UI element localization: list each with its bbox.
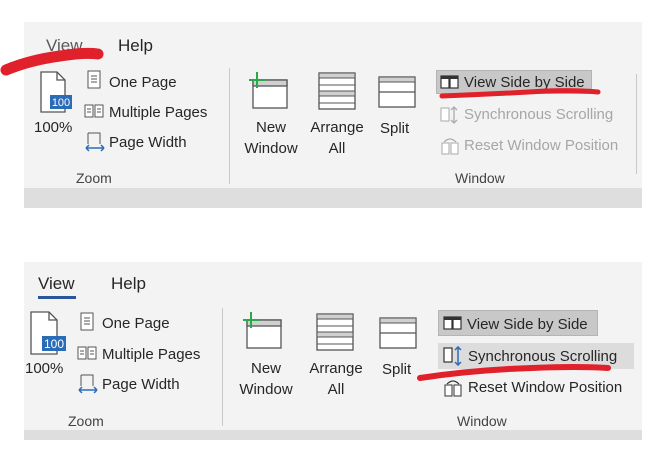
group-separator — [636, 74, 637, 174]
split-button[interactable]: Split — [382, 359, 411, 380]
arrange-all-label-2: All — [328, 140, 346, 157]
active-tab-indicator — [38, 296, 76, 299]
one-page-icon — [79, 312, 95, 332]
zoom-group-label: Zoom — [76, 170, 112, 186]
zoom-100-label[interactable]: 100% — [25, 360, 63, 377]
window-group-label: Window — [457, 413, 507, 429]
tab-view[interactable]: View — [46, 36, 83, 56]
ribbon-bottom-shadow — [24, 430, 642, 440]
tab-help[interactable]: Help — [118, 36, 153, 56]
arrange-all-label-1: Arrange — [310, 119, 364, 136]
reset-window-position-icon — [443, 380, 463, 398]
zoom-badge-text: 100 — [44, 337, 64, 351]
page-width-icon — [84, 132, 106, 152]
arrange-all-icon — [316, 313, 354, 351]
zoom-group-label: Zoom — [68, 413, 104, 429]
view-side-by-side-label: View Side by Side — [467, 316, 588, 333]
synchronous-scrolling-icon — [440, 106, 460, 124]
arrange-all-label-1: Arrange — [309, 360, 363, 377]
new-window-label-2: Window — [244, 140, 298, 157]
view-side-by-side-icon — [443, 316, 463, 330]
one-page-icon — [86, 70, 102, 90]
arrange-all-button[interactable]: Arrange All — [302, 117, 372, 159]
zoom-100-icon[interactable]: 100 — [38, 70, 72, 116]
new-window-icon — [243, 312, 285, 350]
reset-window-position-icon — [440, 138, 460, 156]
multiple-pages-icon — [77, 345, 97, 361]
page-width-button[interactable]: Page Width — [102, 376, 180, 393]
split-button[interactable]: Split — [380, 118, 409, 139]
new-window-button[interactable]: New Window — [236, 117, 306, 159]
page-width-icon — [77, 374, 99, 394]
view-side-by-side-icon — [440, 75, 460, 89]
group-separator — [229, 68, 230, 184]
one-page-button[interactable]: One Page — [102, 315, 170, 332]
synchronous-scrolling-label: Synchronous Scrolling — [468, 348, 618, 365]
one-page-button[interactable]: One Page — [109, 74, 177, 91]
arrange-all-label-2: All — [327, 381, 345, 398]
new-window-label-2: Window — [239, 381, 293, 398]
arrange-all-button[interactable]: Arrange All — [301, 358, 371, 400]
arrange-all-icon — [318, 72, 356, 110]
synchronous-scrolling-button[interactable]: Synchronous Scrolling — [464, 106, 613, 123]
ribbon-panel-top: View Help 100 100% One Page Multiple Pag… — [24, 22, 642, 208]
reset-window-position-button[interactable]: Reset Window Position — [468, 379, 622, 396]
multiple-pages-button[interactable]: Multiple Pages — [102, 346, 200, 363]
new-window-label-1: New — [255, 119, 286, 136]
view-side-by-side-label: View Side by Side — [464, 74, 585, 91]
zoom-badge-text: 100 — [52, 97, 70, 109]
ribbon-panel-bottom: View Help 100 100% One Page Multiple Pag… — [24, 262, 642, 440]
reset-window-position-button[interactable]: Reset Window Position — [464, 137, 618, 154]
synchronous-scrolling-icon — [443, 346, 465, 366]
page-width-button[interactable]: Page Width — [109, 134, 187, 151]
new-window-button[interactable]: New Window — [231, 358, 301, 400]
ribbon-bottom-shadow — [24, 188, 642, 208]
multiple-pages-icon — [84, 103, 104, 119]
new-window-icon — [249, 72, 291, 110]
group-separator — [222, 308, 223, 426]
zoom-100-icon[interactable]: 100 — [28, 310, 66, 358]
new-window-label-1: New — [250, 360, 281, 377]
multiple-pages-button[interactable]: Multiple Pages — [109, 104, 207, 121]
window-group-label: Window — [455, 170, 505, 186]
tab-help[interactable]: Help — [111, 274, 146, 294]
split-icon — [378, 76, 416, 108]
split-icon — [379, 317, 417, 349]
tab-view[interactable]: View — [38, 274, 75, 294]
zoom-100-label[interactable]: 100% — [34, 119, 72, 136]
